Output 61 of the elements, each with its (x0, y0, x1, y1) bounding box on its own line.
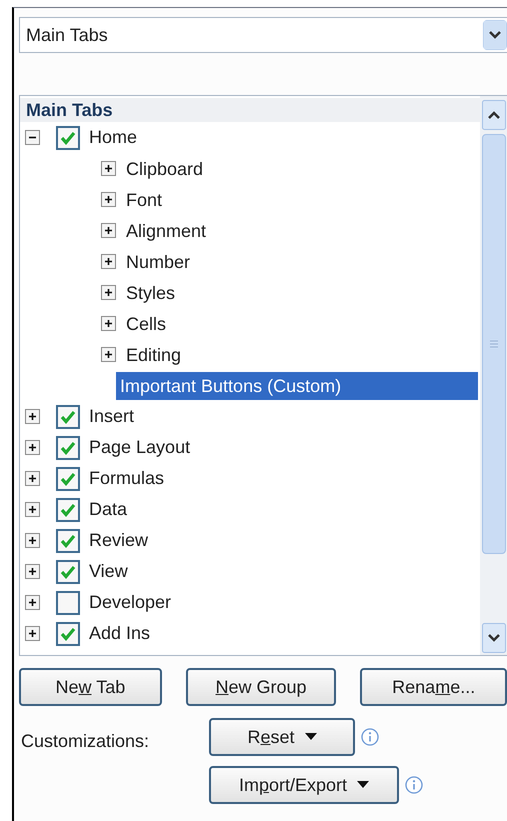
customizations-label: Customizations: (20, 730, 150, 753)
grip-icon (489, 340, 499, 348)
checkbox[interactable] (56, 560, 80, 584)
checkbox[interactable] (56, 404, 80, 428)
checkbox[interactable] (56, 436, 80, 460)
expand-icon[interactable] (25, 471, 40, 486)
expand-icon[interactable] (25, 564, 40, 579)
tree-item[interactable]: Alignment (122, 216, 210, 244)
expand-icon[interactable] (101, 285, 116, 300)
expand-icon[interactable] (25, 440, 40, 455)
checkbox[interactable] (56, 528, 80, 552)
scrollbar[interactable] (480, 96, 507, 655)
reset-button[interactable]: Reset (209, 718, 355, 756)
chevron-down-icon (483, 20, 507, 50)
tree-header: Main Tabs (20, 98, 480, 122)
checkbox[interactable] (56, 126, 80, 150)
dropdown-value: Main Tabs (26, 24, 108, 46)
expand-icon[interactable] (25, 626, 40, 641)
tree-item[interactable]: Data (87, 496, 130, 523)
tree-item[interactable]: View (87, 558, 130, 585)
import-export-button[interactable]: Import/Export (209, 766, 399, 804)
tree-item[interactable]: Review (87, 527, 150, 554)
caret-icon (357, 781, 370, 789)
tree-item[interactable]: Cells (122, 310, 170, 338)
expand-icon[interactable] (101, 192, 116, 207)
tree-item[interactable]: Important Buttons (Custom) (116, 372, 478, 400)
tree-item[interactable]: Font (122, 186, 166, 214)
expand-icon[interactable] (25, 409, 40, 424)
tree-item[interactable]: Developer (87, 589, 174, 616)
expand-icon[interactable] (25, 595, 40, 610)
checkbox[interactable] (56, 498, 80, 522)
expand-icon[interactable] (101, 316, 116, 331)
new-tab-button[interactable]: New Tab (19, 668, 162, 706)
tree-item[interactable]: Styles (122, 278, 180, 306)
tree-item[interactable]: Formulas (87, 465, 166, 492)
checkbox[interactable] (56, 590, 80, 614)
collapse-icon[interactable] (25, 130, 40, 145)
expand-icon[interactable] (25, 502, 40, 517)
expand-icon[interactable] (101, 347, 116, 362)
checkbox[interactable] (56, 622, 80, 646)
expand-icon[interactable] (101, 161, 116, 176)
rename-button[interactable]: Rename... (360, 668, 507, 706)
info-icon[interactable] (361, 728, 379, 746)
tree-item[interactable]: Number (122, 248, 194, 276)
scope-dropdown[interactable]: Main Tabs (19, 17, 507, 53)
expand-icon[interactable] (25, 533, 40, 548)
expand-icon[interactable] (101, 254, 116, 269)
new-group-button[interactable]: New Group (186, 668, 336, 706)
expand-icon[interactable] (101, 223, 116, 238)
scrollbar-thumb[interactable] (482, 134, 506, 554)
tree-item[interactable]: Home (87, 124, 140, 151)
tree-item[interactable]: Add Ins (87, 620, 152, 647)
checkbox[interactable] (56, 466, 80, 490)
chevron-up-icon[interactable] (482, 100, 506, 130)
tree-item[interactable]: Editing (122, 340, 186, 368)
info-icon[interactable] (405, 776, 423, 794)
chevron-down-icon[interactable] (482, 623, 506, 653)
tree-item[interactable]: Clipboard (122, 154, 208, 182)
tree-item[interactable]: Insert (87, 403, 136, 430)
tree-item[interactable]: Page Layout (87, 434, 192, 461)
caret-icon (304, 733, 317, 741)
